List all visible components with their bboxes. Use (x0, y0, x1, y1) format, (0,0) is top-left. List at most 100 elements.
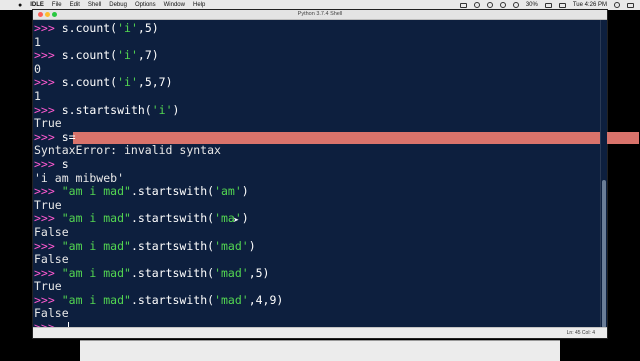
status-bar: Ln: 45 Col: 4 (33, 327, 607, 338)
volume-icon[interactable] (512, 2, 519, 8)
clock-icon[interactable] (486, 2, 493, 8)
code-text: ,5) (137, 21, 159, 35)
code-text: ,5) (248, 265, 270, 280)
code-text: .startswith( (130, 184, 215, 199)
cursor-position: Ln: 45 Col: 4 (566, 330, 595, 336)
output-text: 1 (34, 88, 41, 103)
menu-window[interactable]: Window (164, 2, 185, 8)
string-literal: 'mad' (214, 265, 249, 280)
prompt: >>> (34, 184, 55, 199)
code-text: .startswith( (130, 238, 215, 253)
menu-bar: ● IDLE File Edit Shell Debug Options Win… (0, 0, 640, 10)
menu-shell[interactable]: Shell (88, 2, 101, 8)
string-literal: "am i mad" (61, 265, 131, 280)
idle-shell-window: Python 3.7.4 Shell >>> s.count('i',5) 1 >>… (33, 10, 639, 338)
code-text: ) (172, 102, 180, 117)
command-line: >>> s.count('i',5) (33, 21, 599, 36)
prompt: >>> (34, 292, 55, 307)
command-line: >>> "am i mad".startswith('mad') (33, 238, 599, 254)
string-literal: "am i mad" (61, 292, 131, 307)
output-text: True (34, 116, 62, 131)
output-line: True (33, 279, 599, 294)
output-text: True (34, 279, 62, 294)
code-text: ) (241, 211, 249, 226)
wifi-icon[interactable] (499, 2, 506, 8)
output-text: SyntaxError: invalid syntax (34, 143, 221, 158)
battery-percent: 30% (525, 2, 538, 8)
command-line: >>> s.count('i',5,7) (33, 76, 599, 90)
battery-icon[interactable] (544, 2, 552, 8)
search-icon[interactable] (614, 2, 620, 8)
command-line: >>> s.startswith('i') (33, 102, 599, 118)
menu-debug[interactable]: Debug (109, 2, 127, 8)
string-literal: 'i' (117, 21, 138, 35)
string-literal: 'i' (117, 48, 138, 63)
command-line: >>> "am i mad".startswith('mad',4,9) (33, 292, 599, 308)
code-text: s.count( (61, 48, 118, 63)
title-bar[interactable]: Python 3.7.4 Shell (33, 10, 607, 20)
mouse-cursor-icon: ➤ (233, 217, 239, 224)
code-text: s (61, 156, 69, 171)
menu-edit[interactable]: Edit (70, 2, 80, 8)
menu-options[interactable]: Options (135, 2, 156, 8)
command-line: >>> s.count('i',7) (33, 48, 599, 63)
apple-icon[interactable]: ● (18, 2, 22, 9)
output-text: True (34, 197, 62, 212)
string-literal: "am i mad" (61, 211, 131, 226)
flag-icon[interactable] (558, 2, 566, 8)
output-text: 1 (34, 34, 41, 49)
code-text: ,4,9) (248, 292, 284, 307)
code-text: s.count( (61, 21, 118, 35)
sync-icon[interactable] (473, 2, 480, 8)
prompt: >>> (34, 102, 55, 117)
prompt: >>> (34, 265, 55, 280)
command-line: >>> "am i mad".startswith('am') (33, 184, 599, 199)
prompt: >>> (34, 21, 55, 35)
scrollbar-thumb[interactable] (602, 180, 606, 328)
output-text: False (34, 252, 69, 267)
output-line: SyntaxError: invalid syntax (33, 144, 599, 158)
code-text: s.startswith( (61, 102, 152, 117)
output-line: False (33, 224, 599, 240)
code-text: s.count( (61, 75, 118, 90)
string-literal: 'i' (151, 102, 173, 117)
code-text: .startswith( (130, 211, 215, 226)
string-literal: 'mad' (214, 292, 249, 307)
list-icon[interactable] (627, 2, 634, 8)
prompt: >>> (34, 48, 55, 63)
window-title: Python 3.7.4 Shell (297, 11, 343, 17)
dock-area (80, 340, 560, 361)
code-text: .startswith( (130, 265, 215, 280)
prompt: >>> (34, 238, 55, 253)
output-line: 1 (33, 88, 599, 104)
error-highlight (73, 131, 639, 144)
code-text: .startswith( (130, 292, 215, 307)
code-text: s= (61, 129, 76, 144)
command-line: >>> "am i mad".startswith('mad',5) (33, 265, 599, 281)
output-text: 0 (34, 61, 41, 76)
string-literal: 'mad' (214, 238, 249, 253)
app-menu[interactable]: IDLE (30, 2, 44, 8)
command-line: >>> "am i mad".startswith('ma') (33, 212, 599, 226)
string-literal: "am i mad" (61, 184, 131, 199)
output-line: False (33, 252, 599, 267)
code-text: ) (248, 238, 256, 253)
prompt: >>> (34, 75, 55, 90)
menu-help[interactable]: Help (193, 2, 205, 8)
string-literal: "am i mad" (61, 238, 131, 253)
string-literal: 'am' (214, 184, 242, 199)
string-literal: 'i' (117, 75, 138, 90)
output-text: False (34, 306, 69, 321)
vertical-scrollbar[interactable] (600, 20, 607, 328)
camera-icon[interactable] (459, 2, 467, 8)
prompt: >>> (34, 156, 55, 171)
menu-clock[interactable]: Tue 4:26 PM (573, 2, 607, 8)
prompt: >>> (34, 211, 55, 226)
output-text: False (34, 224, 69, 239)
prompt: >>> (34, 129, 55, 144)
menu-file[interactable]: File (52, 2, 62, 8)
code-text: ,7) (137, 48, 159, 63)
output-line: True (33, 116, 599, 131)
shell-output[interactable]: >>> s.count('i',5) 1 >>> s.count('i',7) 0 >>… (33, 21, 639, 335)
code-text: ) (241, 184, 249, 199)
